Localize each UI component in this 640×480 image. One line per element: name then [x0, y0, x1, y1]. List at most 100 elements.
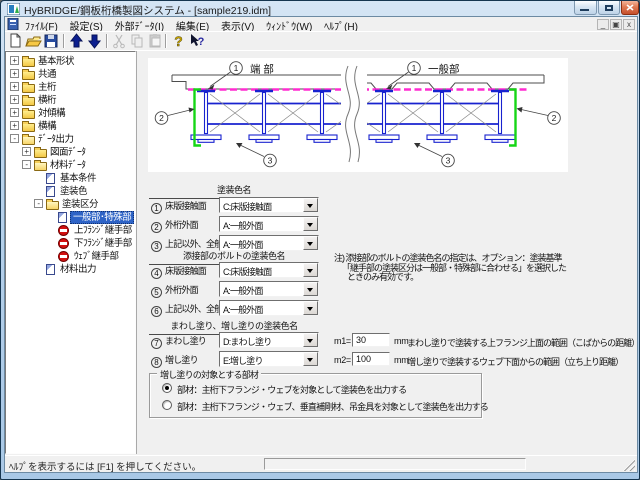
- groupbox-title: 増し塗りの対象とする部材: [157, 368, 261, 381]
- mdi-close-button[interactable]: x: [623, 19, 635, 30]
- context-help-button[interactable]: ?: [188, 33, 205, 49]
- marker-3: 3: [268, 156, 273, 166]
- param-label: m1=: [334, 336, 351, 346]
- tree-item-paint-color[interactable]: 塗装色: [6, 185, 135, 198]
- marker-3: 3: [446, 156, 451, 166]
- tree-item-paint-category[interactable]: -塗装区分: [6, 198, 135, 211]
- open-file-button[interactable]: [25, 33, 42, 49]
- marker-1: 1: [234, 63, 239, 73]
- tree-item-common[interactable]: +共通: [6, 68, 135, 81]
- maximize-button[interactable]: [598, 1, 620, 15]
- dropdown-button[interactable]: [303, 263, 318, 277]
- menu-bar: ﾌｧｲﾙ(F) 設定(S) 外部ﾃﾞｰﾀ(I) 編集(E) 表示(V) ｳｨﾝﾄ…: [5, 18, 637, 31]
- combo-mawashi-nuri[interactable]: D:まわし塗り: [219, 332, 319, 348]
- chevron-down-icon: [307, 242, 313, 249]
- minimize-icon: [580, 9, 589, 11]
- field-label: 上記以外、全般: [165, 239, 222, 249]
- tree-item-lower-flange-joint[interactable]: 下ﾌﾗﾝｼﾞ継手部: [6, 237, 135, 250]
- folder-icon: [22, 123, 35, 132]
- toolbar: ? ?: [5, 33, 637, 50]
- maximize-icon: [605, 5, 613, 11]
- tree-item-upper-flange-joint[interactable]: 上ﾌﾗﾝｼﾞ継手部: [6, 224, 135, 237]
- app-icon: [7, 3, 20, 15]
- combo-slab-contact[interactable]: C:床版接触面: [219, 197, 319, 213]
- no-output-icon: [58, 251, 69, 262]
- field-label: 上記以外、全般: [165, 304, 222, 314]
- dropdown-button[interactable]: [303, 301, 318, 315]
- radio-member-option-1[interactable]: [162, 383, 172, 393]
- tree-item-cross-girder[interactable]: +横桁: [6, 94, 135, 107]
- svg-text:?: ?: [198, 36, 205, 48]
- minimize-button[interactable]: [574, 1, 597, 15]
- dropdown-button[interactable]: [303, 352, 318, 366]
- combo-mashi-nuri[interactable]: E:増し塗り: [219, 351, 319, 367]
- move-down-button[interactable]: [86, 33, 103, 49]
- menu-separator: [5, 31, 637, 32]
- folder-open-icon: [34, 162, 47, 171]
- folder-icon: [34, 149, 47, 158]
- combo-outer-girder[interactable]: A:一般外面: [219, 216, 319, 232]
- field-label: 外桁外面: [165, 285, 198, 295]
- dropdown-button[interactable]: [303, 236, 318, 250]
- dropdown-button[interactable]: [303, 282, 318, 296]
- mdi-document-icon: [7, 18, 20, 30]
- tree-item-lateral-bracing[interactable]: +横構: [6, 120, 135, 133]
- tree-item-drawing-data[interactable]: +図面ﾃﾞｰﾀ: [6, 146, 135, 159]
- folder-open-icon: [46, 201, 59, 210]
- document-icon: [46, 264, 55, 275]
- chevron-down-icon: [307, 307, 313, 314]
- close-button[interactable]: [621, 1, 639, 15]
- marker-2: 2: [552, 113, 557, 123]
- chevron-down-icon: [307, 358, 313, 365]
- combo-bolt-other-general[interactable]: A:一般外面: [219, 300, 319, 316]
- resize-grip[interactable]: [623, 459, 635, 471]
- param-description: 増し塗りで塗装するウェブ下面からの範囲（立ち上り距離）: [407, 355, 623, 368]
- label-end-section: 端 部: [250, 63, 274, 76]
- status-separator: [5, 455, 637, 456]
- cut-button[interactable]: [111, 33, 128, 49]
- navigation-tree: +基本形状 +共通 +主桁 +横桁 +対傾構 +横構 -ﾃﾞｰﾀ出力 +図面ﾃﾞ…: [5, 51, 136, 454]
- chevron-down-icon: [307, 223, 313, 230]
- tree-item-basic-shape[interactable]: +基本形状: [6, 55, 135, 68]
- close-icon: [622, 1, 638, 14]
- paste-button[interactable]: [147, 33, 164, 49]
- chevron-down-icon: [307, 339, 313, 346]
- combo-bolt-slab-contact[interactable]: C:床版接触面: [219, 262, 319, 278]
- title-bar[interactable]: HyBRIDGE/鋼板桁橋製図システム - [sample219.idm]: [1, 1, 640, 16]
- radio-member-option-2[interactable]: [162, 400, 172, 410]
- m2-input[interactable]: 100: [352, 352, 390, 366]
- new-file-button[interactable]: [7, 33, 24, 49]
- field-label: 増し塗り: [165, 355, 198, 365]
- param-label: m2=: [334, 355, 351, 365]
- move-up-button[interactable]: [68, 33, 85, 49]
- mdi-restore-button[interactable]: ▣: [610, 19, 622, 30]
- tree-item-web-joint[interactable]: ｳｪﾌﾞ継手部: [6, 250, 135, 263]
- svg-text:?: ?: [174, 33, 183, 49]
- field-label: まわし塗り: [165, 336, 206, 346]
- save-button[interactable]: [43, 33, 60, 49]
- tree-item-material-output[interactable]: 材料出力: [6, 263, 135, 276]
- help-button[interactable]: ?: [170, 33, 187, 49]
- dropdown-button[interactable]: [303, 333, 318, 347]
- field-label: 床版接触面: [165, 201, 206, 211]
- folder-icon: [22, 97, 35, 106]
- dropdown-button[interactable]: [303, 217, 318, 231]
- dropdown-button[interactable]: [303, 198, 318, 212]
- marker-2: 2: [159, 113, 164, 123]
- tree-item-sway-bracing[interactable]: +対傾構: [6, 107, 135, 120]
- folder-icon: [22, 110, 35, 119]
- combo-bolt-outer-girder[interactable]: A:一般外面: [219, 281, 319, 297]
- tree-item-general-special[interactable]: 一般部･特殊部: [6, 211, 135, 224]
- tree-item-data-output[interactable]: -ﾃﾞｰﾀ出力: [6, 133, 135, 146]
- tree-item-basic-conditions[interactable]: 基本条件: [6, 172, 135, 185]
- bolt-paint-note: 注) 添接部のボルトの塗装色名の指定は、オプション：塗装基準 「継手部の塗装区分…: [334, 254, 566, 283]
- mdi-minimize-button[interactable]: _: [597, 19, 609, 30]
- m1-input[interactable]: 30: [352, 333, 390, 347]
- member-target-groupbox: 増し塗りの対象とする部材 部材：主桁下フランジ・ウェブを対象として塗装色を出力す…: [149, 373, 482, 418]
- tree-item-material-data[interactable]: -材料ﾃﾞｰﾀ: [6, 159, 135, 172]
- no-output-icon: [58, 238, 69, 249]
- copy-button[interactable]: [129, 33, 146, 49]
- field-label: 外桁外面: [165, 220, 198, 230]
- tree-item-main-girder[interactable]: +主桁: [6, 81, 135, 94]
- folder-icon: [22, 58, 35, 67]
